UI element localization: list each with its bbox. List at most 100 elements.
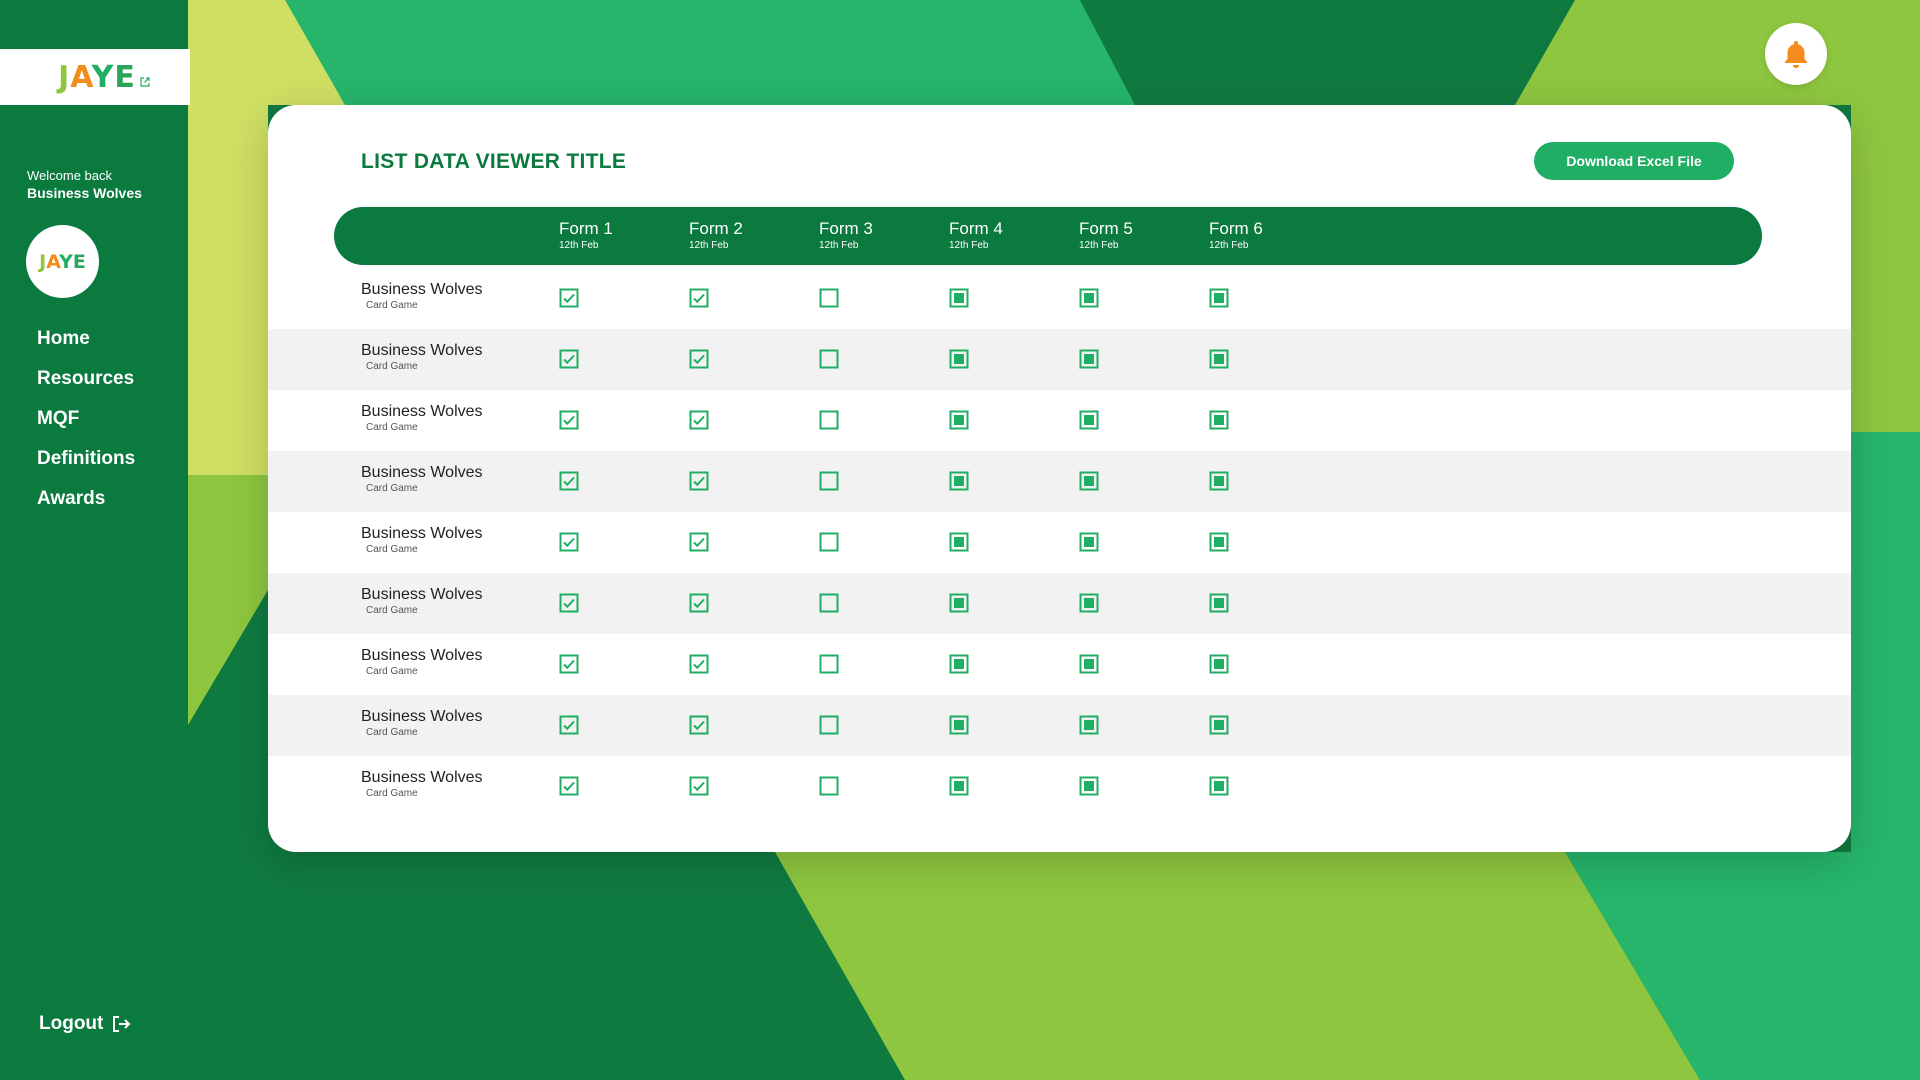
- form-6-checkbox-filled[interactable]: [1209, 349, 1229, 369]
- form-4-checkbox-filled[interactable]: [949, 288, 969, 308]
- form-4-checkbox-filled[interactable]: [949, 471, 969, 491]
- form-6-checkbox-filled[interactable]: [1209, 593, 1229, 613]
- row-subtitle: Card Game: [366, 605, 418, 616]
- row-name: Business Wolves: [361, 586, 483, 603]
- column-header-form-4[interactable]: Form 4 12th Feb: [949, 219, 1003, 251]
- form-5-checkbox-filled[interactable]: [1079, 410, 1099, 430]
- form-4-checkbox-filled[interactable]: [949, 776, 969, 796]
- form-6-checkbox-filled[interactable]: [1209, 410, 1229, 430]
- column-header-form-1[interactable]: Form 1 12th Feb: [559, 219, 613, 251]
- form-5-checkbox-filled[interactable]: [1079, 715, 1099, 735]
- row-name: Business Wolves: [361, 342, 483, 359]
- form-3-checkbox-empty[interactable]: [819, 654, 839, 674]
- sidebar-item-home[interactable]: Home: [37, 324, 135, 364]
- row-subtitle: Card Game: [366, 666, 418, 677]
- avatar[interactable]: JAYE: [26, 225, 99, 298]
- form-1-checkbox-checked[interactable]: [559, 349, 579, 369]
- column-header-form-5[interactable]: Form 5 12th Feb: [1079, 219, 1133, 251]
- table-row: Business Wolves Card Game: [268, 329, 1851, 390]
- row-subtitle: Card Game: [366, 483, 418, 494]
- logout-label: Logout: [39, 1013, 104, 1034]
- form-3-checkbox-empty[interactable]: [819, 471, 839, 491]
- form-1-checkbox-checked[interactable]: [559, 410, 579, 430]
- form-2-checkbox-checked[interactable]: [689, 776, 709, 796]
- welcome-line: Welcome back: [27, 168, 113, 183]
- brand-logo[interactable]: JAYE: [0, 49, 190, 105]
- row-subtitle: Card Game: [366, 422, 418, 433]
- notification-button[interactable]: [1765, 23, 1827, 85]
- form-5-checkbox-filled[interactable]: [1079, 654, 1099, 674]
- form-5-checkbox-filled[interactable]: [1079, 776, 1099, 796]
- form-3-checkbox-empty[interactable]: [819, 715, 839, 735]
- row-subtitle: Card Game: [366, 300, 418, 311]
- form-6-checkbox-filled[interactable]: [1209, 471, 1229, 491]
- form-2-checkbox-checked[interactable]: [689, 654, 709, 674]
- form-5-checkbox-filled[interactable]: [1079, 471, 1099, 491]
- form-5-checkbox-filled[interactable]: [1079, 532, 1099, 552]
- form-5-checkbox-filled[interactable]: [1079, 288, 1099, 308]
- row-name: Business Wolves: [361, 464, 483, 481]
- logo-wordmark: JAYE: [58, 59, 136, 95]
- form-1-checkbox-checked[interactable]: [559, 593, 579, 613]
- data-viewer-card: LIST DATA VIEWER TITLE Download Excel Fi…: [268, 105, 1851, 852]
- sidebar-item-resources[interactable]: Resources: [37, 364, 135, 404]
- sidebar-item-awards[interactable]: Awards: [37, 484, 135, 524]
- column-header-form-3[interactable]: Form 3 12th Feb: [819, 219, 873, 251]
- logout-button[interactable]: Logout: [39, 1013, 131, 1035]
- user-name: Business Wolves: [27, 185, 142, 201]
- form-3-checkbox-empty[interactable]: [819, 532, 839, 552]
- form-4-checkbox-filled[interactable]: [949, 715, 969, 735]
- form-1-checkbox-checked[interactable]: [559, 715, 579, 735]
- form-6-checkbox-filled[interactable]: [1209, 715, 1229, 735]
- download-excel-button[interactable]: Download Excel File: [1534, 142, 1734, 180]
- bell-icon: [1785, 41, 1807, 68]
- form-6-checkbox-filled[interactable]: [1209, 288, 1229, 308]
- column-header-form-2[interactable]: Form 2 12th Feb: [689, 219, 743, 251]
- external-link-icon: [140, 76, 150, 90]
- sidebar: JAYE Welcome back Business Wolves JAYE H…: [0, 0, 190, 1080]
- sidebar-item-definitions[interactable]: Definitions: [37, 444, 135, 484]
- form-6-checkbox-filled[interactable]: [1209, 532, 1229, 552]
- form-1-checkbox-checked[interactable]: [559, 471, 579, 491]
- form-2-checkbox-checked[interactable]: [689, 593, 709, 613]
- form-5-checkbox-filled[interactable]: [1079, 593, 1099, 613]
- form-4-checkbox-filled[interactable]: [949, 593, 969, 613]
- form-2-checkbox-checked[interactable]: [689, 532, 709, 552]
- form-2-checkbox-checked[interactable]: [689, 349, 709, 369]
- form-1-checkbox-checked[interactable]: [559, 776, 579, 796]
- form-3-checkbox-empty[interactable]: [819, 288, 839, 308]
- form-4-checkbox-filled[interactable]: [949, 532, 969, 552]
- form-2-checkbox-checked[interactable]: [689, 471, 709, 491]
- avatar-logo: JAYE: [39, 250, 86, 273]
- form-6-checkbox-filled[interactable]: [1209, 776, 1229, 796]
- form-3-checkbox-empty[interactable]: [819, 593, 839, 613]
- form-2-checkbox-checked[interactable]: [689, 288, 709, 308]
- row-label: Business Wolves Card Game: [361, 464, 483, 494]
- row-subtitle: Card Game: [366, 727, 418, 738]
- table-row: Business Wolves Card Game: [268, 756, 1851, 817]
- form-4-checkbox-filled[interactable]: [949, 349, 969, 369]
- form-3-checkbox-empty[interactable]: [819, 410, 839, 430]
- form-3-checkbox-empty[interactable]: [819, 349, 839, 369]
- form-4-checkbox-filled[interactable]: [949, 410, 969, 430]
- row-label: Business Wolves Card Game: [361, 769, 483, 799]
- form-5-checkbox-filled[interactable]: [1079, 349, 1099, 369]
- form-1-checkbox-checked[interactable]: [559, 288, 579, 308]
- row-label: Business Wolves Card Game: [361, 708, 483, 738]
- sidebar-item-mqf[interactable]: MQF: [37, 404, 135, 444]
- row-name: Business Wolves: [361, 708, 483, 725]
- column-header-form-6[interactable]: Form 6 12th Feb: [1209, 219, 1263, 251]
- table-body: Business Wolves Card Game Business Wolves C…: [268, 268, 1851, 817]
- form-2-checkbox-checked[interactable]: [689, 715, 709, 735]
- form-1-checkbox-checked[interactable]: [559, 532, 579, 552]
- form-4-checkbox-filled[interactable]: [949, 654, 969, 674]
- row-label: Business Wolves Card Game: [361, 403, 483, 433]
- form-3-checkbox-empty[interactable]: [819, 776, 839, 796]
- form-6-checkbox-filled[interactable]: [1209, 654, 1229, 674]
- form-2-checkbox-checked[interactable]: [689, 410, 709, 430]
- row-name: Business Wolves: [361, 647, 483, 664]
- row-name: Business Wolves: [361, 769, 483, 786]
- row-name: Business Wolves: [361, 525, 483, 542]
- form-1-checkbox-checked[interactable]: [559, 654, 579, 674]
- table-row: Business Wolves Card Game: [268, 573, 1851, 634]
